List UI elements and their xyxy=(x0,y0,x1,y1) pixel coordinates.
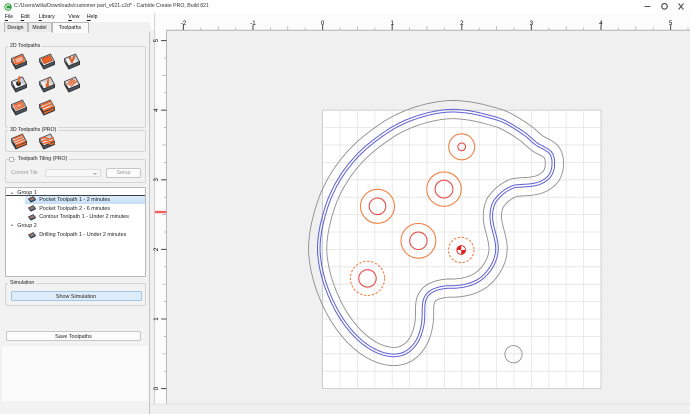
svg-text:4: 4 xyxy=(599,20,603,27)
svg-text:3: 3 xyxy=(153,178,160,182)
svg-text:1: 1 xyxy=(153,317,160,321)
svg-text:3: 3 xyxy=(530,20,534,27)
svg-text:-2: -2 xyxy=(181,20,187,27)
svg-text:0: 0 xyxy=(153,386,160,390)
svg-text:2: 2 xyxy=(153,247,160,251)
svg-text:1: 1 xyxy=(390,20,394,27)
svg-text:5: 5 xyxy=(669,20,673,27)
svg-text:5: 5 xyxy=(153,38,160,42)
svg-text:2: 2 xyxy=(460,20,464,27)
svg-text:0: 0 xyxy=(321,20,325,27)
svg-text:-1: -1 xyxy=(250,20,256,27)
svg-text:4: 4 xyxy=(153,108,160,112)
